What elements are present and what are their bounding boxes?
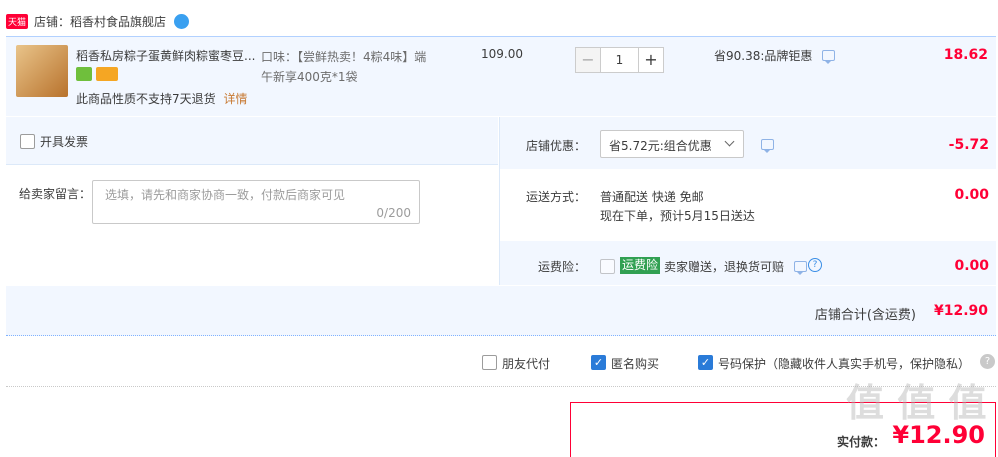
checkout-options: 朋友代付 ✓ 匿名购买 ✓ 号码保护（隐藏收件人真实手机号，保护隐私） ? — [482, 353, 996, 373]
message-area: 给卖家留言： 选填，请先和商家协商一致，付款后商家可见 0/200 — [6, 164, 498, 285]
shop-header: 天猫 店铺： 稻香村食品旗舰店 — [6, 10, 190, 32]
shop-total-label: 店铺合计(含运费) — [814, 308, 916, 323]
shipping-label: 运送方式： — [526, 190, 587, 204]
anonymous-label: 匿名购买 — [611, 357, 660, 371]
item-title-link[interactable]: 稻香私房粽子蛋黄鲜肉粽蜜枣豆... — [76, 47, 266, 64]
detail-link[interactable]: 详情 — [223, 92, 247, 106]
insurance-row: 运费险： 运费险 卖家赠送，退换货可赔 ? 0.00 — [500, 241, 997, 285]
invoice-label: 开具发票 — [40, 135, 89, 149]
number-protect-label: 号码保护（隐藏收件人真实手机号，保护隐私） — [718, 357, 971, 371]
tmall-badge: 天猫 — [6, 13, 29, 29]
qty-input[interactable]: 1 — [601, 47, 638, 73]
service-icons — [76, 67, 118, 81]
shop-label: 店铺： — [34, 14, 71, 29]
card-icon[interactable] — [96, 67, 118, 81]
insurance-text: 卖家赠送，退换货可赔 — [664, 260, 785, 274]
return-notice-text: 此商品性质不支持7天退货 — [76, 92, 216, 106]
insurance-amount: 0.00 — [954, 258, 989, 274]
message-textarea[interactable]: 选填，请先和商家协商一致，付款后商家可见 0/200 — [92, 180, 420, 224]
friend-pay-label: 朋友代付 — [502, 357, 551, 371]
shield-icon[interactable] — [76, 67, 92, 81]
item-price: 109.00 — [481, 47, 523, 61]
order-summary-panel: 店铺优惠： 省5.72元:组合优惠 -5.72 运送方式： 普通配送 快递 免邮… — [499, 117, 997, 285]
item-row: 稻香私房粽子蛋黄鲜肉粽蜜枣豆... 此商品性质不支持7天退货 详情 口味：【尝鲜… — [6, 36, 996, 116]
anonymous-checkbox[interactable]: ✓ — [591, 355, 606, 370]
quantity-stepper[interactable]: − 1 + — [575, 47, 664, 73]
insurance-chat-icon[interactable] — [794, 261, 807, 275]
shop-discount-row: 店铺优惠： 省5.72元:组合优惠 -5.72 — [500, 117, 997, 169]
shipping-row: 运送方式： 普通配送 快递 免邮 现在下单，预计5月15日送达 0.00 — [500, 169, 997, 241]
item-subtotal: 18.62 — [943, 47, 988, 63]
message-placeholder: 选填，请先和商家协商一致，付款后商家可见 — [105, 188, 346, 202]
insurance-checkbox[interactable] — [600, 259, 615, 274]
return-notice: 此商品性质不支持7天退货 详情 — [76, 90, 247, 107]
number-protect-checkbox[interactable]: ✓ — [698, 355, 713, 370]
qty-decrease-button[interactable]: − — [575, 47, 601, 73]
invoice-checkbox[interactable] — [20, 134, 35, 149]
watermark-logo: 值 值 值 — [846, 381, 987, 425]
shipping-amount: 0.00 — [954, 187, 989, 203]
delivery-estimate: 现在下单，预计5月15日送达 — [600, 209, 755, 223]
shop-discount-amount: -5.72 — [948, 137, 989, 153]
invoice-option[interactable]: 开具发票 — [20, 133, 88, 150]
discount-chat-icon[interactable] — [761, 139, 774, 153]
question-icon[interactable]: ? — [980, 354, 995, 369]
insurance-label: 运费险： — [538, 260, 587, 274]
item-promo-text: 省90.38:品牌钜惠 — [714, 49, 813, 63]
shop-discount-select[interactable]: 省5.72元:组合优惠 — [600, 130, 744, 158]
pay-label: 实付款： — [836, 435, 885, 449]
item-promo: 省90.38:品牌钜惠 — [714, 47, 836, 64]
message-counter: 0/200 — [376, 206, 411, 220]
promo-chat-icon[interactable] — [822, 50, 836, 64]
product-thumbnail[interactable] — [16, 45, 68, 97]
item-sku: 口味：【尝鲜热卖！4粽4味】端午新享400克*1袋 — [261, 50, 427, 84]
friend-pay-checkbox[interactable] — [482, 355, 497, 370]
shop-discount-label: 店铺优惠： — [526, 139, 587, 153]
shipping-method: 普通配送 快递 免邮 — [600, 190, 704, 204]
shop-total-row: 店铺合计(含运费) ¥12.90 — [6, 286, 996, 336]
order-extras-panel: 开具发票 给卖家留言： 选填，请先和商家协商一致，付款后商家可见 0/200 — [6, 117, 498, 285]
message-label: 给卖家留言： — [19, 187, 92, 201]
insurance-tag: 运费险 — [620, 257, 661, 274]
chevron-down-icon — [724, 136, 735, 147]
wangwang-icon[interactable] — [174, 13, 190, 29]
qty-increase-button[interactable]: + — [638, 47, 664, 73]
shop-name-link[interactable]: 稻香村食品旗舰店 — [70, 13, 166, 30]
shop-discount-value: 省5.72元:组合优惠 — [609, 139, 712, 153]
shop-total-amount: ¥12.90 — [933, 303, 988, 319]
help-icon[interactable]: ? — [808, 258, 822, 272]
